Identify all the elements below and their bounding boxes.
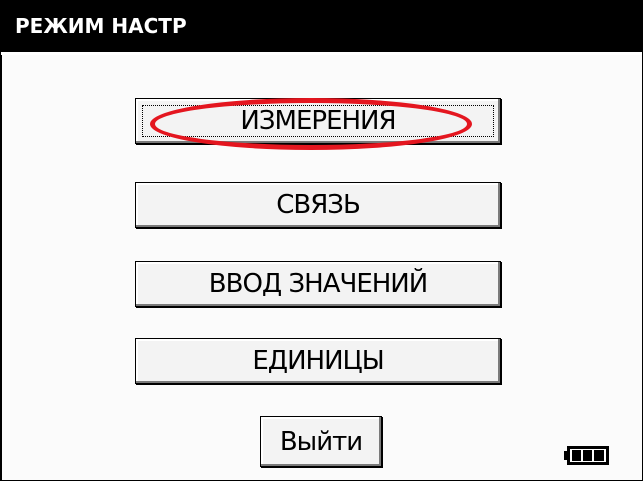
input-values-button[interactable]: ВВОД ЗНАЧЕНИЙ xyxy=(135,261,501,307)
measurements-button-label: ИЗМЕРЕНИЯ xyxy=(240,106,396,136)
exit-button-label: Выйти xyxy=(279,426,363,457)
device-screen: РЕЖИМ НАСТР ИЗМЕРЕНИЯ СВЯЗЬ ВВОД ЗНАЧЕНИ… xyxy=(0,0,643,481)
left-edge xyxy=(1,55,2,480)
exit-button[interactable]: Выйти xyxy=(260,416,382,467)
communication-button[interactable]: СВЯЗЬ xyxy=(135,182,501,228)
input-values-button-label: ВВОД ЗНАЧЕНИЙ xyxy=(208,269,428,299)
title-divider xyxy=(1,52,642,55)
battery-full-icon xyxy=(564,446,609,465)
measurements-button[interactable]: ИЗМЕРЕНИЯ xyxy=(135,98,501,144)
window-title: РЕЖИМ НАСТР xyxy=(1,1,642,52)
units-button-label: ЕДИНИЦЫ xyxy=(252,346,384,376)
units-button[interactable]: ЕДИНИЦЫ xyxy=(135,338,501,384)
communication-button-label: СВЯЗЬ xyxy=(276,190,361,220)
